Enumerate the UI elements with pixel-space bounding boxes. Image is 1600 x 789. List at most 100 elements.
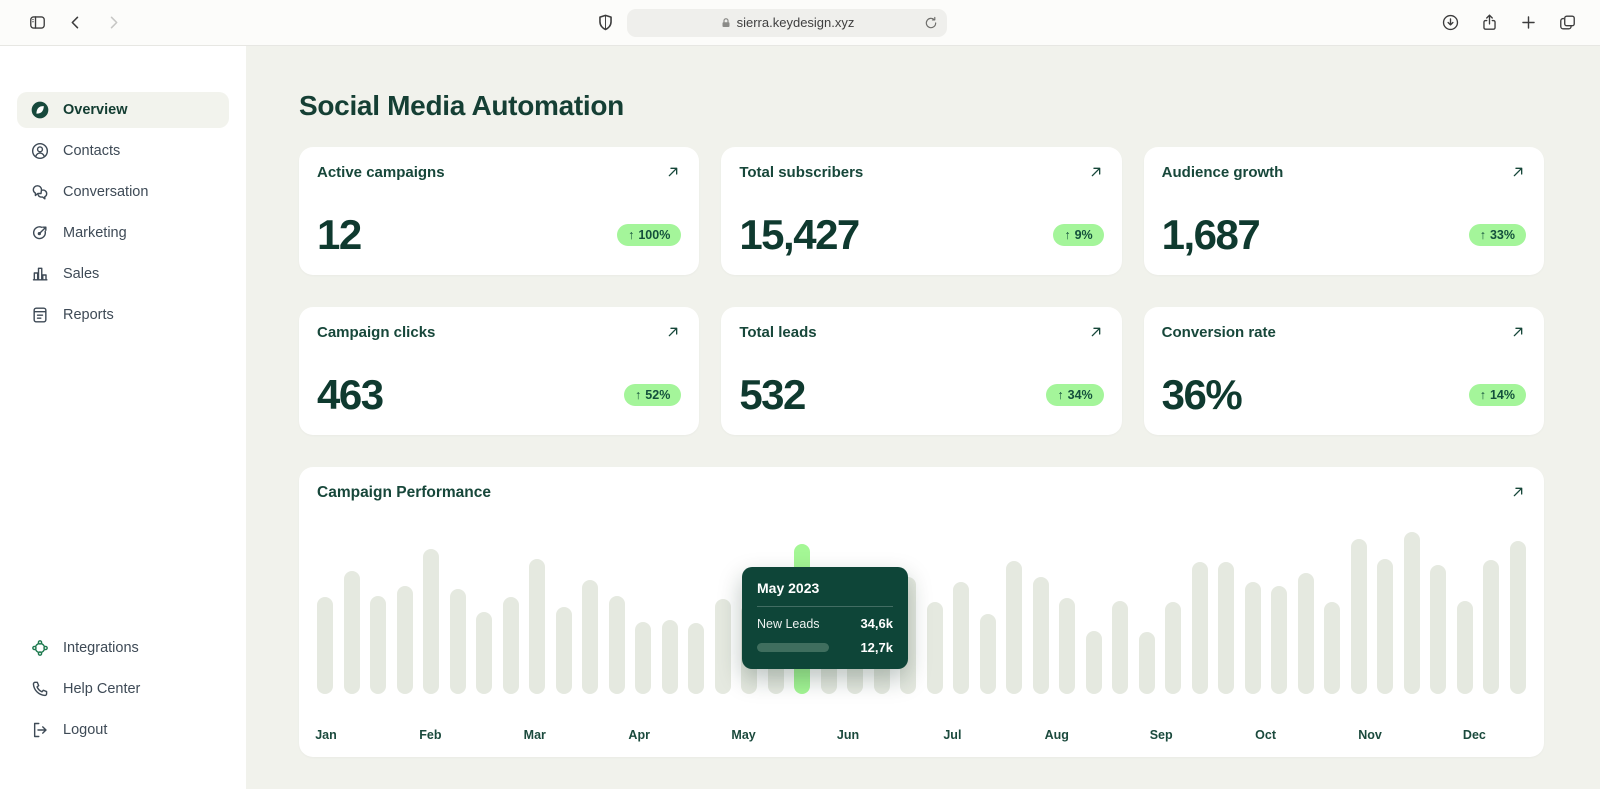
tab-overview-icon[interactable]	[1556, 12, 1578, 34]
month-label-aug: Aug	[1045, 728, 1069, 742]
month-label-sep: Sep	[1150, 728, 1173, 742]
sidebar-toggle-icon[interactable]	[26, 12, 48, 34]
new-tab-icon[interactable]	[1517, 12, 1539, 34]
chart-bar[interactable]	[953, 582, 969, 694]
refresh-icon[interactable]	[924, 16, 938, 30]
chart-bar[interactable]	[1404, 532, 1420, 694]
chart-bar[interactable]	[1165, 602, 1181, 694]
chart-bar[interactable]	[1059, 598, 1075, 694]
change-value: 33%	[1490, 229, 1515, 242]
chart-tooltip: May 2023 New Leads 34,6k 12,7k	[742, 567, 908, 669]
sidebar-item-logout[interactable]: Logout	[17, 712, 229, 748]
page-title: Social Media Automation	[299, 90, 1544, 122]
stat-card-active-campaigns: Active campaigns12↑100%	[299, 147, 699, 275]
chart-bar[interactable]	[1351, 539, 1367, 694]
change-badge: ↑100%	[617, 224, 681, 247]
sidebar-item-integrations[interactable]: Integrations	[17, 630, 229, 666]
sidebar-item-label: Overview	[63, 102, 128, 118]
sidebar-nav: Overview Contacts Conversation Marketing Sal…	[17, 92, 229, 338]
month-label-oct: Oct	[1255, 728, 1276, 742]
chart-bar[interactable]	[1192, 562, 1208, 694]
chart-bar[interactable]	[582, 580, 598, 694]
chart-expand-icon[interactable]	[1510, 484, 1526, 500]
stat-expand-icon[interactable]	[1510, 164, 1526, 180]
address-bar[interactable]: sierra.keydesign.xyz	[627, 9, 947, 37]
chart-bar[interactable]	[1457, 601, 1473, 694]
change-badge: ↑34%	[1046, 384, 1103, 407]
chart-bar[interactable]	[476, 612, 492, 694]
stat-expand-icon[interactable]	[665, 324, 681, 340]
chart-bar[interactable]	[344, 571, 360, 694]
forward-button-icon[interactable]	[102, 12, 124, 34]
stat-label: Conversion rate	[1162, 324, 1276, 341]
chart-bar[interactable]	[397, 586, 413, 694]
change-value: 52%	[645, 389, 670, 402]
chart-bar[interactable]	[1006, 561, 1022, 694]
chart-bar[interactable]	[529, 559, 545, 694]
chart-bar[interactable]	[1245, 582, 1261, 694]
chart-bar[interactable]	[1510, 541, 1526, 694]
chart-bar[interactable]	[370, 596, 386, 694]
sidebar-item-help-center[interactable]: Help Center	[17, 671, 229, 707]
share-icon[interactable]	[1478, 12, 1500, 34]
privacy-shield-icon[interactable]	[594, 12, 616, 34]
stat-label: Total subscribers	[739, 164, 863, 181]
chart-bar[interactable]	[1086, 631, 1102, 694]
sidebar-item-conversation[interactable]: Conversation	[17, 174, 229, 210]
stat-value: 15,427	[739, 214, 858, 256]
stat-label: Total leads	[739, 324, 816, 341]
chart-bar[interactable]	[635, 622, 651, 694]
marketing-icon	[30, 223, 50, 243]
sidebar-item-contacts[interactable]: Contacts	[17, 133, 229, 169]
change-value: 14%	[1490, 389, 1515, 402]
sidebar-item-label: Contacts	[63, 143, 120, 159]
chart-bar[interactable]	[1483, 560, 1499, 694]
sidebar-item-label: Marketing	[63, 225, 127, 241]
sidebar-item-marketing[interactable]: Marketing	[17, 215, 229, 251]
month-label-dec: Dec	[1463, 728, 1486, 742]
chart-bar[interactable]	[1430, 565, 1446, 694]
back-button-icon[interactable]	[64, 12, 86, 34]
stat-expand-icon[interactable]	[1510, 324, 1526, 340]
stat-card-total-leads: Total leads 532 ↑34%	[721, 307, 1121, 435]
chart-bar[interactable]	[1298, 573, 1314, 694]
chart-title: Campaign Performance	[317, 484, 491, 502]
chart-bar[interactable]	[1218, 562, 1234, 694]
chart-bar[interactable]	[927, 602, 943, 694]
chart-bar[interactable]	[450, 589, 466, 694]
tooltip-progress-pill	[757, 643, 829, 652]
chart-bar[interactable]	[715, 599, 731, 694]
change-value: 34%	[1068, 389, 1093, 402]
reports-icon	[30, 305, 50, 325]
stat-value: 532	[739, 374, 805, 416]
chart-bar[interactable]	[609, 596, 625, 694]
chart-bar[interactable]	[688, 623, 704, 694]
chart-bar[interactable]	[1271, 586, 1287, 694]
chart-bar[interactable]	[1033, 577, 1049, 694]
chart-bar[interactable]	[1324, 602, 1340, 694]
sidebar-item-reports[interactable]: Reports	[17, 297, 229, 333]
chart-bar[interactable]	[1377, 559, 1393, 694]
month-label-may: May	[731, 728, 755, 742]
chart-bars	[317, 524, 1526, 694]
sidebar-item-overview[interactable]: Overview	[17, 92, 229, 128]
chart-bar[interactable]	[1139, 632, 1155, 694]
chart-bar[interactable]	[662, 620, 678, 694]
downloads-icon[interactable]	[1439, 12, 1461, 34]
chart-bar[interactable]	[556, 607, 572, 694]
stat-expand-icon[interactable]	[1088, 324, 1104, 340]
chart-bar[interactable]	[423, 549, 439, 694]
stat-expand-icon[interactable]	[665, 164, 681, 180]
stat-expand-icon[interactable]	[1088, 164, 1104, 180]
month-label-jan: Jan	[315, 728, 337, 742]
sidebar-item-label: Integrations	[63, 640, 139, 656]
stat-card-audience-growth: Audience growth1,687↑33%	[1144, 147, 1544, 275]
sidebar-item-sales[interactable]: Sales	[17, 256, 229, 292]
up-arrow-icon: ↑	[635, 389, 641, 402]
help-center-icon	[30, 679, 50, 699]
chart-bar[interactable]	[503, 597, 519, 694]
chart-bar[interactable]	[980, 614, 996, 694]
chart-bar[interactable]	[1112, 601, 1128, 694]
chart-bar[interactable]	[317, 597, 333, 694]
up-arrow-icon: ↑	[1480, 229, 1486, 242]
